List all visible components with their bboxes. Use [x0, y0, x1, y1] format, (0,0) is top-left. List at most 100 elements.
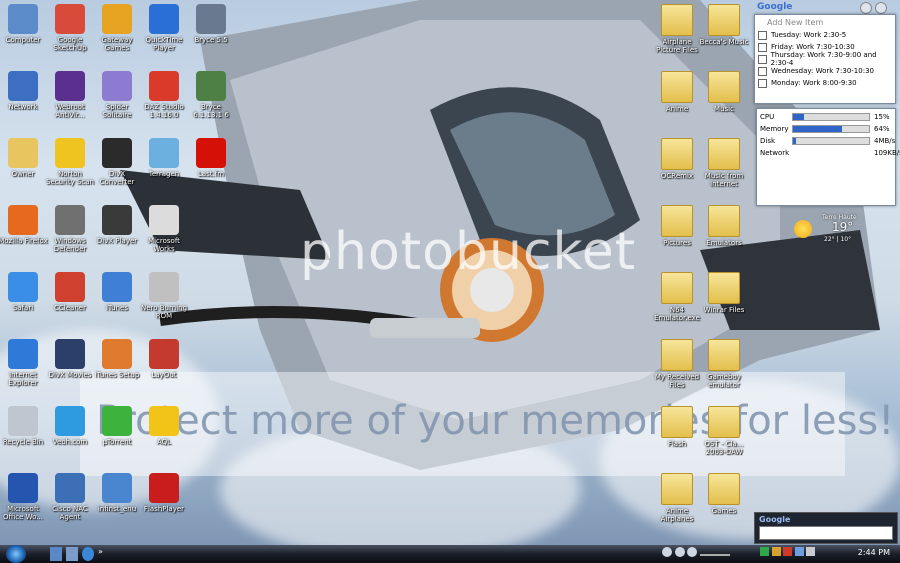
desktop-icon[interactable]: DivX Player [92, 205, 142, 245]
desktop-icon[interactable]: Winrar Files [699, 272, 749, 314]
desktop-icon[interactable]: Internet Explorer [0, 339, 48, 387]
desktop-icon[interactable]: Norton Security Scan [45, 138, 95, 186]
desktop-icon-label: Windows Defender [53, 237, 87, 253]
desktop-icon[interactable]: Safari [0, 272, 48, 312]
weather-gadget[interactable]: Terre Haute 19° 22° | 10° [792, 214, 862, 250]
desktop-icon[interactable]: Veoh.com [45, 406, 95, 446]
media-play-icon[interactable] [674, 547, 685, 557]
app-icon [55, 473, 85, 503]
desktop-icon[interactable]: OST - Cla... 2003-DAW [699, 406, 749, 456]
desktop-icon[interactable]: LayOut [139, 339, 189, 379]
sysmon-label: Disk [760, 137, 776, 145]
desktop-icon[interactable]: Windows Defender [45, 205, 95, 253]
desktop-icon[interactable]: DAZ Studio 1.4.16.0 [139, 71, 189, 119]
desktop-icon-label: Microsoft Office Wo... [2, 505, 43, 521]
desktop-icon[interactable]: iTunes Setup [92, 339, 142, 379]
desktop-icon[interactable]: Airplane Picture Files [652, 4, 702, 54]
show-desktop-icon[interactable] [50, 547, 62, 561]
desktop-icon[interactable]: Microsoft Office Wo... [0, 473, 48, 521]
watermark-brand: photobucket [300, 222, 637, 282]
desktop-icon[interactable]: Gateway Games [92, 4, 142, 52]
desktop-icon[interactable]: CCleaner [45, 272, 95, 312]
internet-explorer-icon[interactable] [82, 547, 94, 561]
tray-icon[interactable] [760, 547, 769, 556]
desktop-icon[interactable]: N64 Emulator.exe [652, 272, 702, 322]
sidebar-add-icon[interactable] [860, 2, 872, 14]
start-button[interactable] [6, 545, 26, 563]
desktop-icon[interactable]: Owner [0, 138, 48, 178]
desktop-icon[interactable]: Spider Solitaire [92, 71, 142, 119]
desktop-icon[interactable]: Anime Airplanes [652, 473, 702, 523]
desktop-icon[interactable]: Music [699, 71, 749, 113]
desktop-icon[interactable]: Nero Burning ROM [139, 272, 189, 320]
desktop-icon[interactable]: OCRemix [652, 138, 702, 180]
desktop-icon[interactable]: Flash [652, 406, 702, 448]
desktop-icon[interactable]: QuickTime Player [139, 4, 189, 52]
desktop-icon-label: Last.fm [197, 170, 225, 178]
desktop-icon[interactable]: My Received Files [652, 339, 702, 389]
desktop-icon-label: Google SketchUp [53, 36, 87, 52]
desktop-icon-label: Mozilla Firefox [0, 237, 48, 245]
desktop-icon[interactable]: AQL [139, 406, 189, 446]
taskbar: » 2:44 PM [0, 545, 900, 563]
desktop-icon[interactable]: µTorrent [92, 406, 142, 446]
weather-range: 22° | 10° [824, 236, 852, 243]
desktop-icon[interactable]: Network [0, 71, 48, 111]
add-item-link[interactable]: Add New Item [755, 15, 895, 29]
todo-checkbox[interactable] [758, 78, 767, 88]
tray-icon[interactable] [771, 547, 781, 556]
todo-checkbox[interactable] [758, 30, 767, 40]
desktop-icon[interactable]: Terragen [139, 138, 189, 178]
app-icon [149, 406, 179, 436]
desktop-icon[interactable]: Google SketchUp [45, 4, 95, 52]
desktop-icon[interactable]: Computer [0, 4, 48, 44]
desktop-icon-label: Bryce 5.5 [194, 36, 228, 44]
desktop-icon[interactable]: infinst_enu [92, 473, 142, 513]
desktop-icon[interactable]: Recycle Bin [0, 406, 48, 446]
desktop-icon[interactable]: Mozilla Firefox [0, 205, 48, 245]
desktop-icon[interactable]: DivX Movies [45, 339, 95, 379]
folder-icon [708, 4, 740, 36]
desktop-icon[interactable]: Pictures [652, 205, 702, 247]
media-controls [662, 547, 742, 561]
sysmon-row: CPU 15% [760, 111, 892, 123]
desktop-icon-label: infinst_enu [97, 505, 137, 513]
desktop-icon[interactable]: Bryce 5.5 [186, 4, 236, 44]
desktop-icon[interactable]: Microsoft Works [139, 205, 189, 253]
desktop-icon[interactable]: Anime [652, 71, 702, 113]
sysmon-row: Memory 64% [760, 123, 892, 135]
app-icon [55, 339, 85, 369]
desktop-icon[interactable]: Last.fm [186, 138, 236, 178]
todo-item-text: Tuesday: Work 2:30-5 [771, 31, 847, 39]
desktop-icon[interactable]: Becca's Music [699, 4, 749, 46]
desktop-icon-label: DivX Converter [99, 170, 135, 186]
desktop-icon[interactable]: DivX Converter [92, 138, 142, 186]
media-next-icon[interactable] [687, 547, 698, 557]
network-icon[interactable] [794, 547, 804, 556]
folder-icon [661, 272, 693, 304]
desktop-icon[interactable]: Games [699, 473, 749, 515]
desktop-icon[interactable]: Music from Internet [699, 138, 749, 188]
desktop-icon[interactable]: iTunes [92, 272, 142, 312]
google-search-input[interactable] [759, 526, 893, 540]
todo-checkbox[interactable] [758, 42, 767, 52]
todo-checkbox[interactable] [758, 66, 767, 76]
desktop-icon[interactable]: Emulators [699, 205, 749, 247]
desktop-icon[interactable]: Gameboy emulator [699, 339, 749, 389]
sidebar-prev-icon[interactable] [874, 2, 887, 14]
switch-windows-icon[interactable] [66, 547, 78, 561]
volume-icon[interactable] [806, 547, 816, 556]
desktop-icon[interactable]: Bryce 6.1.13.1 6 [186, 71, 236, 119]
todo-checkbox[interactable] [758, 54, 767, 64]
desktop-icon[interactable]: Webroot AntiVir... [45, 71, 95, 119]
app-icon [149, 272, 179, 302]
tray-icon[interactable] [783, 547, 793, 556]
app-icon [8, 138, 38, 168]
app-icon [102, 473, 132, 503]
quicklaunch-expand-icon[interactable]: » [98, 547, 106, 561]
volume-slider[interactable] [699, 553, 730, 556]
desktop-icon[interactable]: Cisco NAC Agent [45, 473, 95, 521]
desktop-icon[interactable]: FlashPlayer [139, 473, 189, 513]
media-prev-icon[interactable] [662, 547, 672, 557]
taskbar-clock[interactable]: 2:44 PM [858, 548, 890, 557]
